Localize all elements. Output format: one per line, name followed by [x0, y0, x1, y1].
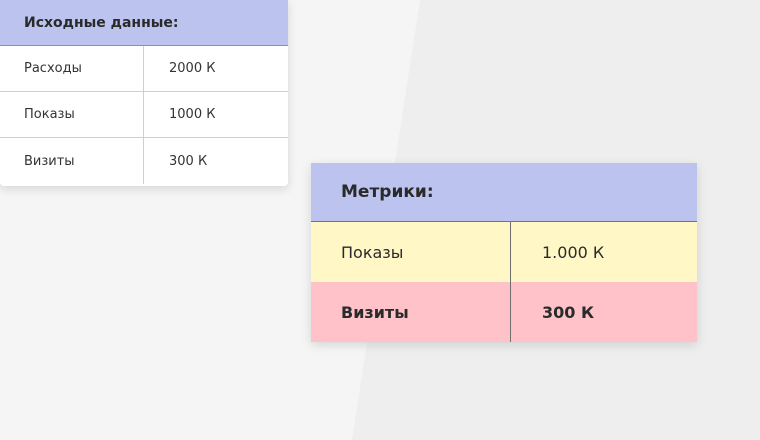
row-label: Визиты — [0, 138, 144, 184]
table-row: Показы 1000 К — [0, 92, 288, 138]
row-label: Показы — [311, 222, 511, 282]
table-row: Показы 1.000 К — [311, 222, 697, 282]
source-data-title: Исходные данные: — [0, 0, 288, 46]
table-row: Визиты 300 К — [0, 138, 288, 184]
metrics-table: Метрики: Показы 1.000 К Визиты 300 К — [311, 163, 697, 342]
row-value: 2000 К — [169, 61, 216, 76]
row-label: Расходы — [0, 46, 144, 91]
source-data-table: Исходные данные: Расходы 2000 К Показы 1… — [0, 0, 288, 186]
metrics-title: Метрики: — [311, 163, 697, 222]
row-label: Визиты — [311, 282, 511, 342]
table-row: Расходы 2000 К — [0, 46, 288, 92]
row-value: 300 К — [542, 302, 595, 322]
row-label: Показы — [0, 92, 144, 137]
row-value: 300 К — [169, 153, 208, 169]
row-value: 1.000 К — [542, 242, 605, 262]
table-row: Визиты 300 К — [311, 282, 697, 342]
row-value: 1000 К — [169, 107, 216, 122]
